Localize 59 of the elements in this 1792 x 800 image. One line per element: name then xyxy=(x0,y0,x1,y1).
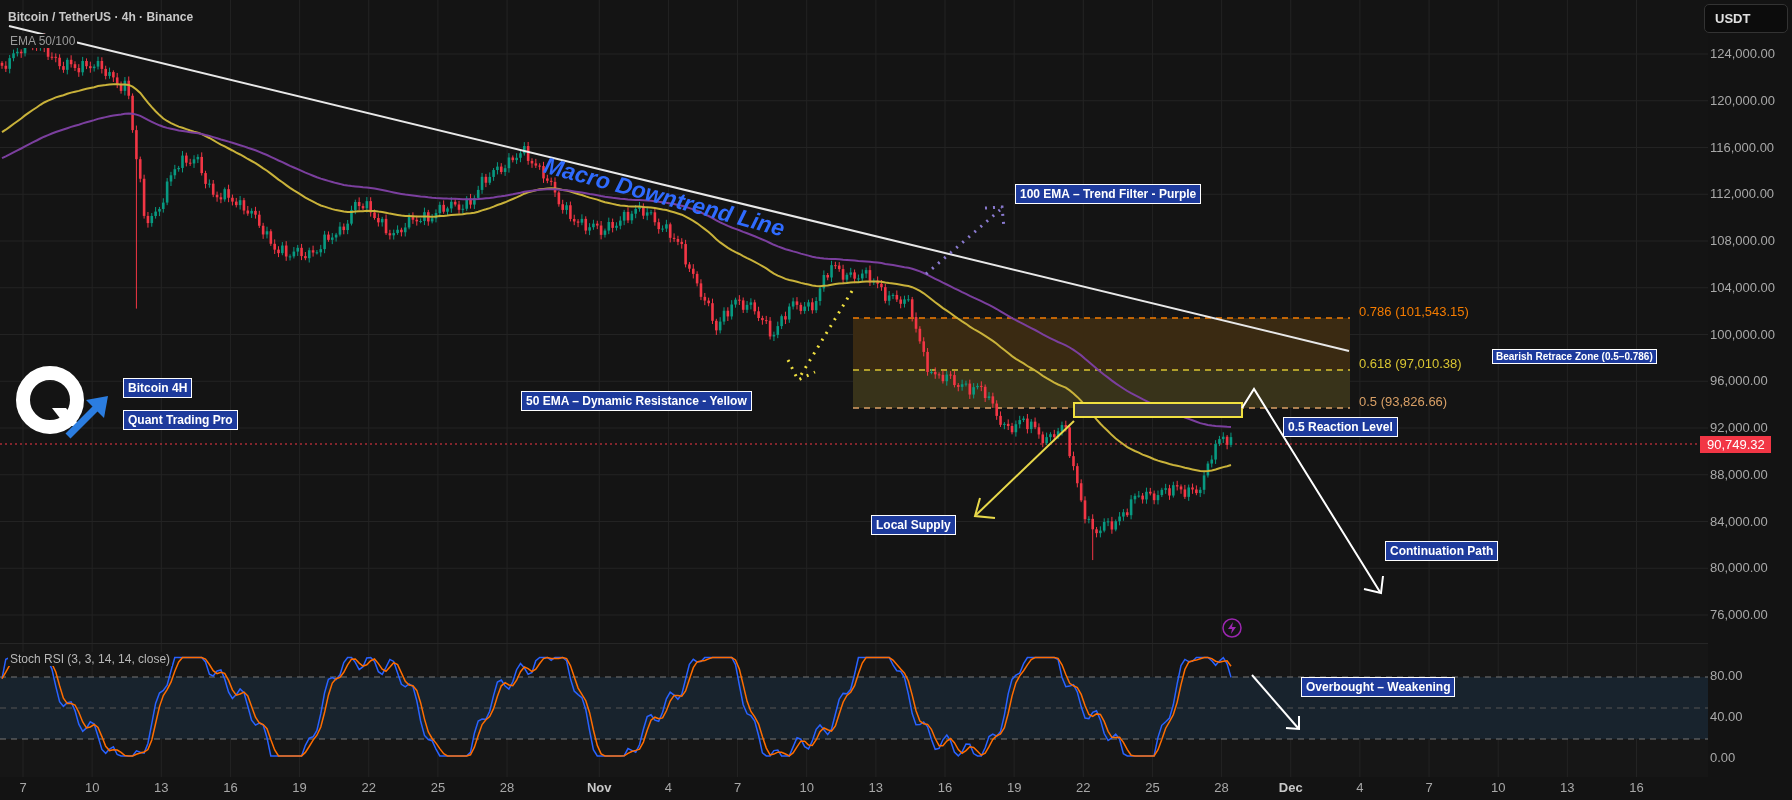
date-label: 4 xyxy=(664,780,672,795)
price-label: 88,000.00 xyxy=(1710,466,1768,482)
price-label: 108,000.00 xyxy=(1710,233,1776,248)
date-label: 7 xyxy=(19,780,27,795)
date-label: 13 xyxy=(868,780,884,795)
brand-title: Bitcoin 4H xyxy=(123,378,193,398)
date-label: 22 xyxy=(1076,780,1091,795)
indicator-label: EMA 50/100 xyxy=(8,34,78,48)
price-label: 104,000.00 xyxy=(1710,279,1776,295)
currency-button[interactable]: USDT xyxy=(1704,4,1788,33)
price-label: 92,000.00 xyxy=(1710,420,1768,435)
chart-title: Bitcoin / TetherUS · 4h · Binance xyxy=(8,10,194,24)
date-label: Nov xyxy=(586,780,612,795)
brand-subtitle: Quant Trading Pro xyxy=(123,410,238,430)
date-label: 7 xyxy=(733,780,742,795)
date-label: 4 xyxy=(1356,780,1364,795)
indicator-title: Stoch RSI (3, 3, 14, 14, close) xyxy=(8,652,173,666)
date-label: 19 xyxy=(1006,780,1022,795)
date-label: 22 xyxy=(361,780,376,795)
price-label: 124,000.00 xyxy=(1710,46,1776,61)
ema-50-label: 50 EMA – Dynamic Resistance - Yellow xyxy=(521,391,752,411)
arrow xyxy=(1251,674,1300,731)
overbought-label: Overbought – Weakening xyxy=(1301,677,1456,697)
date-label: 10 xyxy=(799,780,814,795)
price-label: 80,000.00 xyxy=(1710,560,1768,576)
ema-100-label: 100 EMA – Trend Filter - Purple xyxy=(1015,184,1202,204)
price-label: 116,000.00 xyxy=(1710,139,1775,155)
fib-level-label: 0.618 (97,010.38) xyxy=(1359,356,1462,371)
price-label: 96,000.00 xyxy=(1710,373,1768,389)
date-label: 10 xyxy=(84,780,100,795)
fib-level-label: 0.786 (101,543.15) xyxy=(1359,304,1469,319)
date-label: 25 xyxy=(430,780,446,795)
price-label: 100,000.00 xyxy=(1710,326,1776,342)
price-label: 76,000.00 xyxy=(1710,607,1768,622)
date-label: 16 xyxy=(223,780,238,795)
fib-level-label: 0.5 (93,826.66) xyxy=(1359,394,1448,409)
current-price-badge: 90,749.32 xyxy=(1700,436,1771,453)
date-label: 28 xyxy=(1214,780,1229,795)
retrace-zone-label: Bearish Retrace Zone (0.5–0.786) xyxy=(1492,349,1657,364)
indicator-axis-label: 0.00 xyxy=(1710,750,1736,765)
date-label: 10 xyxy=(1490,780,1506,795)
indicator-axis-label: 40.00 xyxy=(1710,709,1743,724)
date-label: 7 xyxy=(1425,780,1433,795)
price-label: 84,000.00 xyxy=(1710,513,1768,529)
indicator-axis-label: 80.00 xyxy=(1710,668,1743,683)
date-label: 13 xyxy=(1560,780,1575,795)
date-label: 13 xyxy=(154,780,169,795)
price-label: 120,000.00 xyxy=(1710,92,1776,108)
date-label: Dec xyxy=(1278,780,1303,795)
date-label: 28 xyxy=(499,780,515,795)
date-label: 19 xyxy=(292,780,307,795)
reaction-level-label: 0.5 Reaction Level xyxy=(1283,417,1398,437)
date-label: 16 xyxy=(937,780,953,795)
date-label: 25 xyxy=(1145,780,1160,795)
continuation-path-label: Continuation Path xyxy=(1385,541,1499,561)
local-supply-label: Local Supply xyxy=(871,515,956,535)
lightning-icon[interactable] xyxy=(1222,618,1242,638)
date-label: 16 xyxy=(1629,780,1644,795)
price-label: 112,000.00 xyxy=(1710,186,1775,202)
